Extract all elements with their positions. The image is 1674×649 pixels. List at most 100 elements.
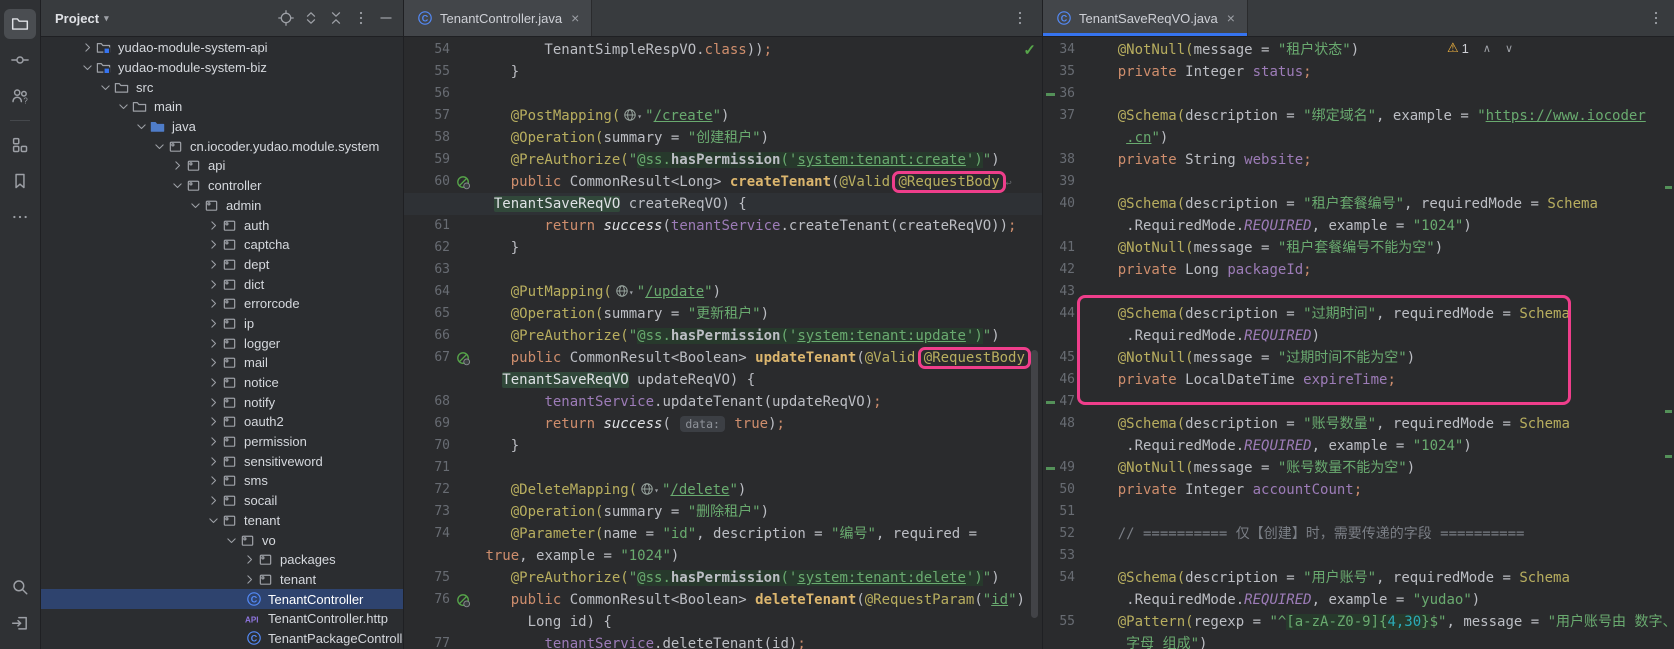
chevron-down-icon[interactable] <box>79 61 95 74</box>
expand-all-icon[interactable] <box>302 9 320 27</box>
tree-item-permission[interactable]: permission <box>41 432 403 452</box>
api-gutter-icon[interactable] <box>450 589 477 611</box>
more-tools-icon[interactable] <box>4 202 36 232</box>
chevron-right-icon[interactable] <box>205 376 221 389</box>
tab-tenantcontroller[interactable]: C TenantController.java × <box>404 0 592 36</box>
code-token: } <box>1421 614 1429 630</box>
chevron-right-icon[interactable] <box>205 435 221 448</box>
structure-icon[interactable] <box>4 130 36 160</box>
tree-item-tenant[interactable]: tenant <box>41 570 403 590</box>
tree-item-notice[interactable]: notice <box>41 373 403 393</box>
bookmarks-icon[interactable] <box>4 166 36 196</box>
globe-icon[interactable]: ▾ <box>615 281 634 303</box>
tree-item-errorcode[interactable]: errorcode <box>41 294 403 314</box>
tree-item-controller[interactable]: controller <box>41 176 403 196</box>
tree-item-mail[interactable]: mail <box>41 353 403 373</box>
tree-item-logger[interactable]: logger <box>41 333 403 353</box>
chevron-right-icon[interactable] <box>205 278 221 291</box>
commit-icon[interactable] <box>4 45 36 75</box>
tree-item-yudao-module-system-biz[interactable]: yudao-module-system-biz <box>41 58 403 78</box>
tree-item-tenant[interactable]: tenant <box>41 511 403 531</box>
chevron-right-icon[interactable] <box>205 494 221 507</box>
tree-item-dict[interactable]: dict <box>41 274 403 294</box>
hide-panel-icon[interactable] <box>377 9 395 27</box>
chevron-down-icon[interactable] <box>97 81 113 94</box>
chevron-down-icon[interactable] <box>115 100 131 113</box>
chevron-right-icon[interactable] <box>205 317 221 330</box>
tree-item-tenantcontroller-http[interactable]: APITenantController.http <box>41 609 403 629</box>
search-icon[interactable] <box>4 572 36 602</box>
code-token: message = <box>1194 42 1278 58</box>
tab-tenantsavereqvo[interactable]: C TenantSaveReqVO.java × <box>1043 0 1248 36</box>
previous-problem-icon[interactable]: ∧ <box>1483 42 1491 55</box>
tree-item-sms[interactable]: sms <box>41 471 403 491</box>
tree-item-socail[interactable]: socail <box>41 491 403 511</box>
chevron-right-icon[interactable] <box>205 396 221 409</box>
chevron-right-icon[interactable] <box>205 337 221 350</box>
tree-item-tenantcontroller[interactable]: CTenantController <box>41 589 403 609</box>
chevron-down-icon[interactable] <box>169 179 185 192</box>
api-gutter-icon[interactable] <box>450 347 477 369</box>
chevron-right-icon[interactable] <box>79 41 95 54</box>
tree-item-auth[interactable]: auth <box>41 215 403 235</box>
chevron-right-icon[interactable] <box>205 356 221 369</box>
editor-scrollbar-thumb[interactable] <box>1031 350 1038 618</box>
chevron-down-icon[interactable] <box>133 120 149 133</box>
project-title[interactable]: Project ▾ <box>55 11 109 26</box>
chevron-right-icon[interactable] <box>205 297 221 310</box>
tree-item-dept[interactable]: dept <box>41 255 403 275</box>
locate-file-icon[interactable] <box>277 9 295 27</box>
chevron-down-icon[interactable] <box>205 514 221 527</box>
close-icon[interactable]: × <box>1227 10 1235 26</box>
tree-item-oauth2[interactable]: oauth2 <box>41 412 403 432</box>
collapse-all-icon[interactable] <box>327 9 345 27</box>
inspections-ok-icon[interactable]: ✓ <box>1023 41 1036 59</box>
chevron-right-icon[interactable] <box>205 258 221 271</box>
tree-item-java[interactable]: java <box>41 117 403 137</box>
globe-icon[interactable]: ▾ <box>640 479 659 501</box>
tree-item-src[interactable]: src <box>41 77 403 97</box>
chevron-right-icon[interactable] <box>241 553 257 566</box>
tree-item-admin[interactable]: admin <box>41 196 403 216</box>
dock-panel-icon[interactable] <box>4 608 36 638</box>
tree-item-label: dict <box>244 277 264 292</box>
gutter-space <box>1075 435 1084 457</box>
tree-item-label: java <box>172 119 196 134</box>
project-icon[interactable] <box>4 9 36 39</box>
next-problem-icon[interactable]: ∨ <box>1505 42 1513 55</box>
tree-item-yudao-module-system-api[interactable]: yudao-module-system-api <box>41 38 403 58</box>
tree-item-notify[interactable]: notify <box>41 392 403 412</box>
tree-item-main[interactable]: main <box>41 97 403 117</box>
tree-item-ip[interactable]: ip <box>41 314 403 334</box>
options-kebab-icon[interactable] <box>352 9 370 27</box>
tree-item-sensitiveword[interactable]: sensitiveword <box>41 451 403 471</box>
pull-requests-icon[interactable]: ? <box>4 81 36 111</box>
tab-options-kebab-icon[interactable] <box>1012 0 1028 36</box>
close-icon[interactable]: × <box>571 10 579 26</box>
chevron-right-icon[interactable] <box>205 415 221 428</box>
right-code-editor[interactable]: 34 @NotNull(message = "租户状态")35 private … <box>1043 36 1674 649</box>
code-token: summary = <box>603 130 687 146</box>
chevron-down-icon[interactable] <box>223 534 239 547</box>
chevron-right-icon[interactable] <box>241 573 257 586</box>
tree-item-cn-iocoder-yudao-module-system[interactable]: cn.iocoder.yudao.module.system <box>41 136 403 156</box>
code-token: @Valid <box>839 174 890 190</box>
chevron-right-icon[interactable] <box>205 238 221 251</box>
tree-item-captcha[interactable]: captcha <box>41 235 403 255</box>
api-gutter-icon[interactable] <box>450 171 477 193</box>
globe-icon[interactable]: ▾ <box>623 105 642 127</box>
tree-item-packages[interactable]: packages <box>41 550 403 570</box>
tree-item-api[interactable]: api <box>41 156 403 176</box>
chevron-right-icon[interactable] <box>205 474 221 487</box>
tree-item-vo[interactable]: vo <box>41 530 403 550</box>
tab-options-kebab-icon[interactable] <box>1648 0 1664 36</box>
chevron-down-icon[interactable] <box>187 199 203 212</box>
chevron-right-icon[interactable] <box>205 455 221 468</box>
inspections-widget[interactable]: ⚠1 ∧ ∨ <box>1447 40 1513 56</box>
middle-code-editor[interactable]: 54 TenantSimpleRespVO.class));55 }5657 @… <box>404 36 1042 649</box>
chevron-right-icon[interactable] <box>169 159 185 172</box>
chevron-right-icon[interactable] <box>205 219 221 232</box>
gutter-space <box>1075 61 1084 83</box>
chevron-down-icon[interactable] <box>151 140 167 153</box>
tree-item-tenantpackagecontroller[interactable]: CTenantPackageController <box>41 629 403 649</box>
